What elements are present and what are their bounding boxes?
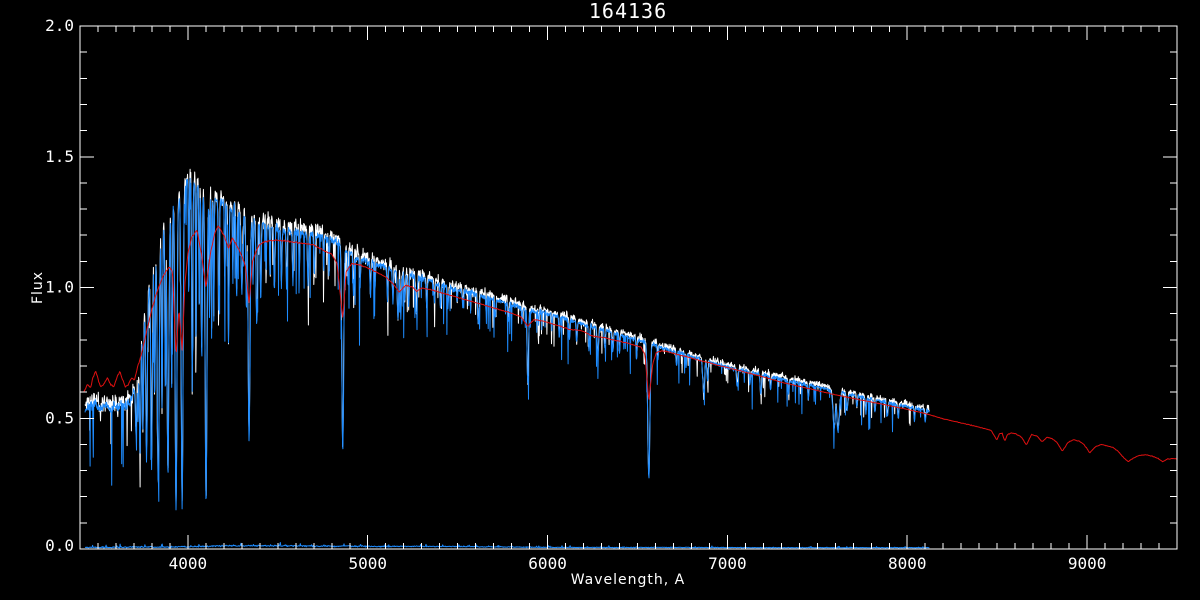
x-tick-label: 5000: [348, 554, 387, 573]
x-axis-label: Wavelength, A: [571, 572, 686, 588]
y-tick-label: 2.0: [45, 16, 74, 35]
spectrum-chart: 4000500060007000800090000.00.51.01.52.0 …: [0, 0, 1200, 600]
x-tick-label: 7000: [708, 554, 747, 573]
chart-background: [0, 0, 1200, 600]
y-tick-label: 1.0: [45, 278, 74, 297]
x-tick-label: 6000: [528, 554, 567, 573]
x-tick-label: 4000: [169, 554, 208, 573]
plot-window: 4000500060007000800090000.00.51.01.52.0 …: [0, 0, 1200, 600]
x-tick-label: 9000: [1068, 554, 1107, 573]
x-tick-label: 8000: [888, 554, 927, 573]
y-axis-label: Flux: [30, 271, 46, 304]
y-tick-label: 0.5: [45, 408, 74, 427]
y-tick-label: 1.5: [45, 147, 74, 166]
chart-title: 164136: [589, 0, 667, 23]
y-tick-label: 0.0: [45, 536, 74, 555]
